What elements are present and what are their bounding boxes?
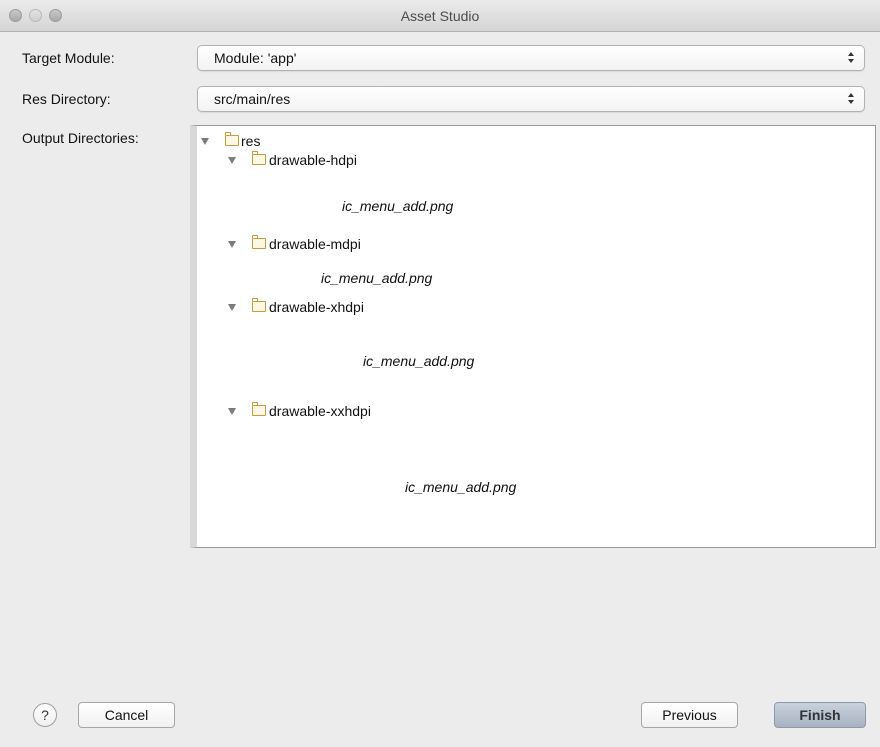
file-item[interactable]: ic_menu_add.png xyxy=(342,198,453,214)
res-directory-value: src/main/res xyxy=(214,91,291,107)
expand-triangle-icon[interactable] xyxy=(228,157,236,164)
title-bar: Asset Studio xyxy=(0,0,880,32)
previous-button[interactable]: Previous xyxy=(641,702,738,728)
target-module-value: Module: 'app' xyxy=(214,50,297,66)
folder-icon xyxy=(252,235,266,249)
help-button[interactable]: ? xyxy=(33,703,57,727)
expand-triangle-icon[interactable] xyxy=(201,138,209,145)
output-directories-tree[interactable]: res drawable-hdpi ic_menu_add.png drawab… xyxy=(190,125,876,548)
window-title: Asset Studio xyxy=(400,8,480,24)
file-item[interactable]: ic_menu_add.png xyxy=(405,479,516,495)
expand-triangle-icon[interactable] xyxy=(228,241,236,248)
tree-node-label: res xyxy=(241,133,261,149)
cancel-button[interactable]: Cancel xyxy=(78,702,175,728)
res-directory-select[interactable]: src/main/res xyxy=(197,86,865,112)
file-item[interactable]: ic_menu_add.png xyxy=(321,270,432,286)
output-directories-label: Output Directories: xyxy=(22,130,139,146)
res-directory-label: Res Directory: xyxy=(22,91,111,107)
tree-node-label: drawable-mdpi xyxy=(269,236,361,252)
folder-icon xyxy=(252,151,266,165)
chevron-updown-icon xyxy=(848,50,856,66)
tree-node-label: drawable-hdpi xyxy=(269,152,357,168)
file-item[interactable]: ic_menu_add.png xyxy=(363,353,474,369)
expand-triangle-icon[interactable] xyxy=(228,408,236,415)
expand-triangle-icon[interactable] xyxy=(228,304,236,311)
folder-icon xyxy=(252,402,266,416)
folder-icon xyxy=(252,298,266,312)
finish-button[interactable]: Finish xyxy=(774,702,866,728)
folder-icon xyxy=(225,132,239,146)
tree-node-label: drawable-xhdpi xyxy=(269,299,364,315)
target-module-label: Target Module: xyxy=(22,50,115,66)
chevron-updown-icon xyxy=(848,91,856,107)
target-module-select[interactable]: Module: 'app' xyxy=(197,45,865,71)
tree-node-label: drawable-xxhdpi xyxy=(269,403,371,419)
